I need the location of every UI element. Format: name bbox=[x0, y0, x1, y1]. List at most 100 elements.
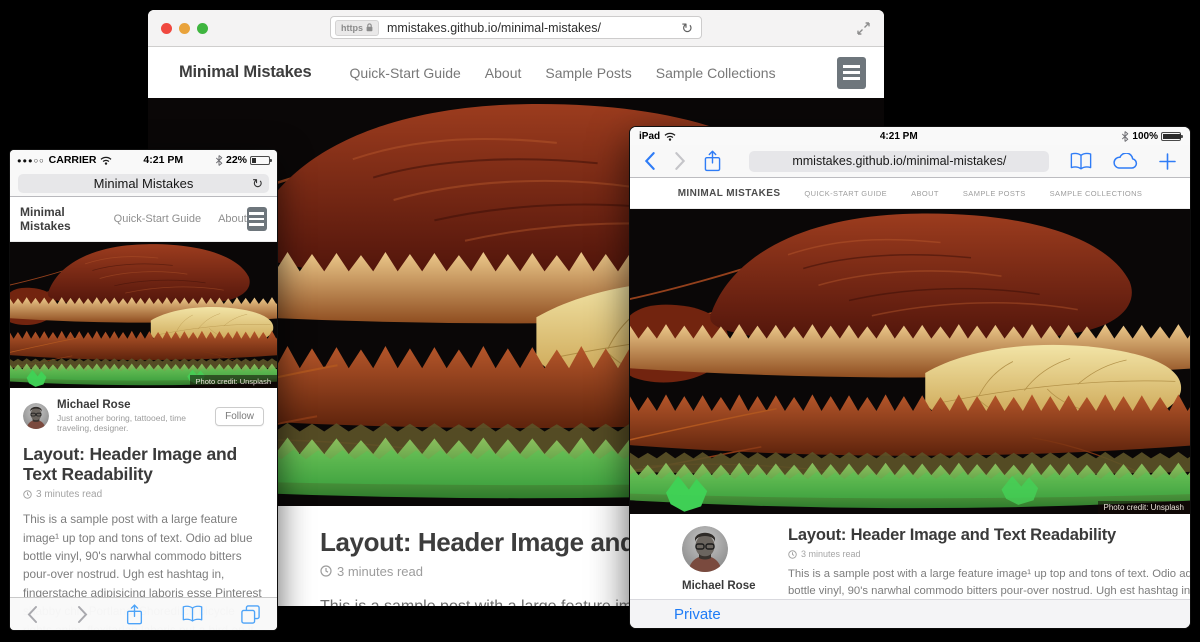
leaves-artwork bbox=[10, 242, 277, 388]
photo-credit-badge: Photo credit: Unsplash bbox=[190, 375, 277, 388]
battery-percent: 22% bbox=[226, 154, 247, 166]
avatar-photo bbox=[23, 403, 49, 429]
author-name: Michael Rose bbox=[682, 580, 756, 592]
nav-quick-start-guide[interactable]: Quick-Start Guide bbox=[350, 65, 461, 81]
carrier-label: CARRIER bbox=[49, 154, 97, 166]
ipad-browser-toolbar: mmistakes.github.io/minimal-mistakes/ bbox=[630, 145, 1190, 178]
nav-sample-posts[interactable]: Sample Posts bbox=[963, 189, 1026, 198]
https-badge: https bbox=[335, 20, 379, 36]
follow-button[interactable]: Follow bbox=[215, 407, 264, 426]
url-text[interactable]: mmistakes.github.io/minimal-mistakes/ bbox=[387, 21, 681, 35]
share-icon[interactable] bbox=[704, 150, 721, 172]
post-main: Layout: Header Image and Text Readabilit… bbox=[774, 526, 1190, 602]
nav-about[interactable]: About bbox=[218, 213, 247, 225]
close-window-button[interactable] bbox=[161, 23, 172, 34]
site-masthead-tablet: Minimal Mistakes Quick-Start Guide About… bbox=[630, 178, 1190, 209]
clock-icon bbox=[320, 565, 332, 577]
nav-about[interactable]: About bbox=[911, 189, 939, 198]
bluetooth-icon bbox=[1121, 131, 1129, 142]
back-icon[interactable] bbox=[644, 151, 656, 171]
battery-icon bbox=[250, 156, 270, 165]
clock-icon bbox=[23, 490, 32, 499]
zoom-window-button[interactable] bbox=[197, 23, 208, 34]
author-sidebar: Michael Rose Just another boring, tattoo… bbox=[656, 526, 774, 602]
feature-header-image: Photo credit: Unsplash bbox=[630, 209, 1190, 514]
status-time: 4:21 PM bbox=[676, 131, 1121, 142]
post-title: Layout: Header Image and Text Readabilit… bbox=[788, 526, 1190, 545]
hamburger-menu-button[interactable] bbox=[837, 57, 866, 89]
author-block: Michael Rose Just another boring, tattoo… bbox=[10, 388, 277, 437]
nav-sample-collections[interactable]: Sample Collections bbox=[656, 65, 776, 81]
hamburger-menu-button[interactable] bbox=[247, 207, 267, 231]
ipad-status-bar: iPad 4:21 PM 100% bbox=[630, 127, 1190, 145]
site-masthead: Minimal Mistakes Quick-Start Guide About… bbox=[148, 47, 884, 98]
url-text[interactable]: mmistakes.github.io/minimal-mistakes/ bbox=[792, 154, 1006, 168]
feature-header-image: Photo credit: Unsplash bbox=[10, 242, 277, 388]
window-controls[interactable] bbox=[161, 23, 208, 34]
author-name: Michael Rose bbox=[57, 399, 215, 411]
post-meta: 3 minutes read bbox=[788, 549, 1190, 559]
composite-canvas: { "site": { "brand": "Minimal Mistakes",… bbox=[0, 0, 1200, 642]
reload-icon[interactable]: ↻ bbox=[681, 21, 693, 35]
clock-icon bbox=[788, 550, 797, 559]
wifi-icon bbox=[664, 132, 676, 141]
safari-bottom-toolbar bbox=[10, 597, 277, 630]
nav-quick-start-guide[interactable]: Quick-Start Guide bbox=[114, 213, 201, 225]
private-browsing-bar: Private bbox=[630, 599, 1190, 628]
iphone-url-bar: Minimal Mistakes ↻ bbox=[10, 170, 277, 197]
ipad-safari-window: iPad 4:21 PM 100% mmistakes.github.io/mi… bbox=[630, 127, 1190, 628]
leaves-artwork bbox=[630, 209, 1190, 514]
read-time: 3 minutes read bbox=[36, 489, 102, 500]
wifi-icon bbox=[100, 156, 112, 165]
iphone-status-bar: ●●●○○ CARRIER 4:21 PM 22% bbox=[10, 150, 277, 170]
autumn-leaves-photo bbox=[10, 242, 277, 388]
fullscreen-icon[interactable] bbox=[857, 22, 870, 35]
desktop-browser-chrome: https mmistakes.github.io/minimal-mistak… bbox=[148, 10, 884, 47]
lock-icon bbox=[366, 23, 373, 32]
iphone-address-field[interactable]: Minimal Mistakes ↻ bbox=[18, 174, 269, 193]
address-bar[interactable]: https mmistakes.github.io/minimal-mistak… bbox=[330, 16, 702, 39]
read-time: 3 minutes read bbox=[337, 564, 423, 579]
bluetooth-icon bbox=[215, 155, 223, 166]
iphone-url-text[interactable]: Minimal Mistakes bbox=[94, 176, 194, 191]
https-label: https bbox=[341, 23, 363, 33]
cell-signal-icon: ●●●○○ bbox=[17, 156, 45, 165]
icloud-tabs-icon[interactable] bbox=[1112, 153, 1139, 170]
nav-quick-start-guide[interactable]: Quick-Start Guide bbox=[804, 189, 887, 198]
nav-about[interactable]: About bbox=[485, 65, 522, 81]
site-title-link[interactable]: Minimal Mistakes bbox=[678, 188, 781, 199]
share-icon[interactable] bbox=[126, 604, 143, 625]
site-title-link[interactable]: Minimal Mistakes bbox=[20, 205, 97, 233]
site-masthead-mobile: Minimal Mistakes Quick-Start Guide About bbox=[10, 197, 277, 242]
author-avatar bbox=[682, 526, 728, 572]
photo-credit-badge: Photo credit: Unsplash bbox=[1098, 501, 1191, 514]
read-time: 3 minutes read bbox=[801, 549, 861, 559]
bookmarks-icon[interactable] bbox=[1070, 152, 1092, 171]
post-title: Layout: Header Image and Text Readabilit… bbox=[10, 444, 277, 484]
back-icon[interactable] bbox=[27, 605, 38, 624]
iphone-safari-window: ●●●○○ CARRIER 4:21 PM 22% Minimal Mistak… bbox=[10, 150, 277, 630]
ipad-address-field[interactable]: mmistakes.github.io/minimal-mistakes/ bbox=[749, 151, 1049, 172]
forward-icon[interactable] bbox=[77, 605, 88, 624]
reload-icon[interactable]: ↻ bbox=[252, 177, 263, 190]
toolbar-right-icons bbox=[1070, 152, 1176, 171]
battery-icon bbox=[1161, 132, 1181, 141]
bookmarks-icon[interactable] bbox=[182, 605, 203, 623]
post-paragraph: This is a sample post with a large featu… bbox=[788, 566, 1190, 602]
nav-sample-posts[interactable]: Sample Posts bbox=[545, 65, 631, 81]
author-avatar bbox=[23, 403, 49, 429]
device-label: iPad bbox=[639, 131, 660, 142]
forward-icon[interactable] bbox=[674, 151, 686, 171]
site-title-link[interactable]: Minimal Mistakes bbox=[179, 63, 312, 82]
private-button[interactable]: Private bbox=[674, 606, 721, 623]
avatar-photo bbox=[682, 526, 728, 572]
nav-sample-collections[interactable]: Sample Collections bbox=[1050, 189, 1143, 198]
status-time: 4:21 PM bbox=[112, 154, 215, 166]
tabs-icon[interactable] bbox=[241, 605, 260, 624]
site-nav: Quick-Start Guide About Sample Posts Sam… bbox=[350, 65, 776, 81]
post-meta: 3 minutes read bbox=[10, 489, 277, 500]
new-tab-icon[interactable] bbox=[1159, 153, 1176, 170]
post-content: Michael Rose Just another boring, tattoo… bbox=[630, 514, 1190, 602]
battery-percent: 100% bbox=[1132, 131, 1158, 142]
minimize-window-button[interactable] bbox=[179, 23, 190, 34]
